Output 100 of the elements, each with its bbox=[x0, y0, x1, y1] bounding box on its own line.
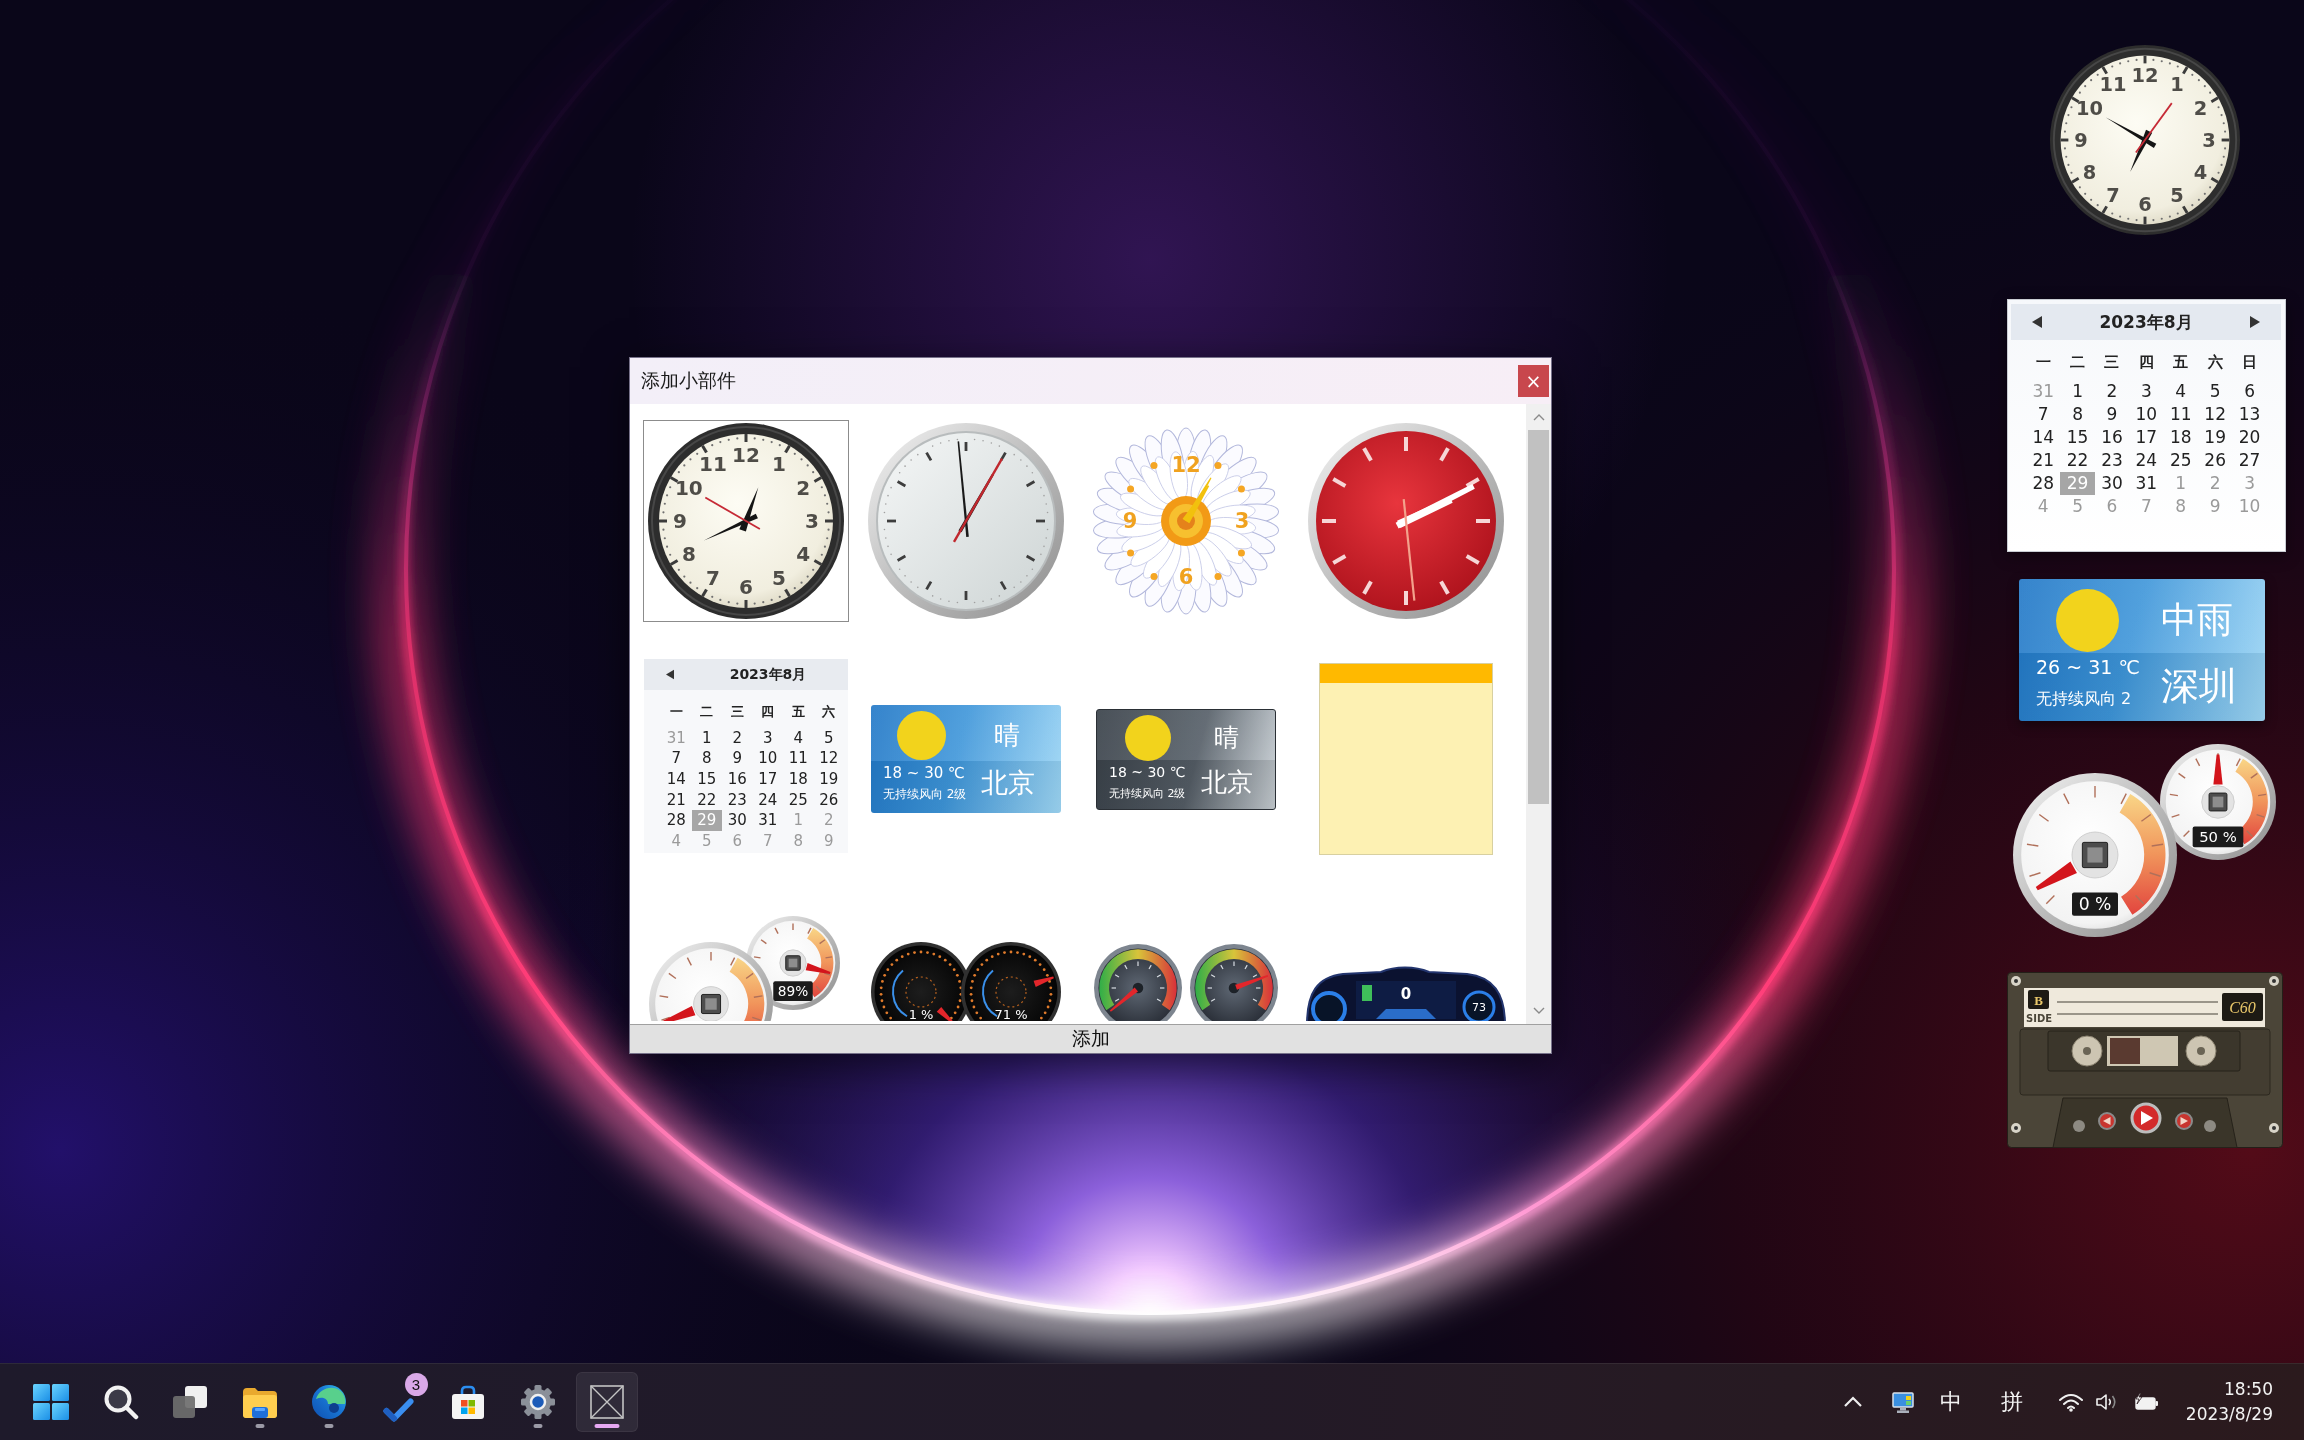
calendar-day[interactable]: 8 bbox=[2072, 406, 2083, 423]
chevron-down-icon[interactable] bbox=[1532, 1007, 1545, 1015]
calendar-day[interactable]: 4 bbox=[793, 730, 803, 746]
calendar-day[interactable]: 24 bbox=[758, 792, 778, 808]
calendar-day[interactable]: 14 bbox=[666, 772, 686, 787]
calendar-day[interactable]: 26 bbox=[819, 792, 839, 808]
calendar-day[interactable]: 30 bbox=[2101, 475, 2123, 492]
calendar-day[interactable]: 1 bbox=[2072, 383, 2083, 400]
calendar-day[interactable]: 31 bbox=[2135, 475, 2158, 492]
calendar-day[interactable]: 15 bbox=[2066, 429, 2089, 446]
calendar-day[interactable]: 24 bbox=[2135, 452, 2158, 469]
caret-left-icon[interactable] bbox=[666, 669, 674, 680]
clock-numeral: 1 bbox=[772, 451, 786, 476]
calendar-day[interactable]: 6 bbox=[2244, 383, 2255, 400]
calendar-day[interactable]: 23 bbox=[2101, 452, 2123, 469]
scrollbar-thumb[interactable] bbox=[1528, 430, 1549, 804]
calendar-day[interactable]: 21 bbox=[2032, 452, 2054, 469]
overlapping-squares-icon[interactable] bbox=[172, 1384, 208, 1420]
calendar-day[interactable]: 28 bbox=[2032, 475, 2054, 492]
rewind-button[interactable] bbox=[2098, 1112, 2116, 1130]
monitor-icon[interactable] bbox=[1891, 1391, 1914, 1413]
weekday-label: 五 bbox=[791, 704, 805, 718]
close-button[interactable]: × bbox=[1518, 365, 1549, 397]
calendar-day[interactable]: 17 bbox=[2135, 429, 2158, 446]
clock-date[interactable]: 2023/8/29 bbox=[2185, 1402, 2273, 1427]
calendar-day[interactable]: 16 bbox=[2101, 429, 2123, 446]
calendar-day[interactable]: 25 bbox=[2169, 452, 2192, 469]
gear-icon[interactable] bbox=[519, 1384, 556, 1420]
widget-option[interactable]: 2023年8月 一 二 三 四 五 六 31 1 2 3 4 5 7 8 9 10 11 12 14 15 16 17 18 19 21 22 23 24 25 26 28 29 30 31 1 2 4 5 6 7 8 9 bbox=[643, 658, 849, 860]
calendar-day[interactable]: 22 bbox=[697, 792, 717, 808]
calendar-day[interactable]: 10 bbox=[758, 751, 778, 767]
hole-icon bbox=[2204, 1120, 2216, 1132]
swirl-icon[interactable] bbox=[311, 1384, 347, 1420]
calendar-day[interactable]: 25 bbox=[788, 792, 808, 808]
clock-time[interactable]: 18:50 bbox=[2224, 1377, 2273, 1402]
calendar-day[interactable]: 13 bbox=[2238, 406, 2261, 423]
search-icon[interactable] bbox=[102, 1384, 139, 1420]
widget-option[interactable]: 晴 18 ~ 30 ℃ 无持续风向 2级 北京 bbox=[1083, 658, 1289, 860]
checkmark-icon[interactable] bbox=[383, 1398, 414, 1422]
window-grid-icon[interactable] bbox=[33, 1384, 69, 1420]
calendar-day[interactable]: 7 bbox=[671, 751, 681, 767]
clock-numeral: 11 bbox=[2099, 73, 2127, 97]
gauge-needle bbox=[805, 963, 831, 975]
calendar-day[interactable]: 5 bbox=[2209, 383, 2221, 400]
calendar-day[interactable]: 3 bbox=[762, 730, 773, 746]
taskbar-button[interactable] bbox=[576, 1372, 638, 1432]
calendar-day[interactable]: 2 bbox=[732, 730, 742, 746]
widget-option[interactable]: 0 73 bbox=[1303, 896, 1509, 1022]
calendar-day[interactable]: 15 bbox=[697, 772, 717, 787]
calendar-day[interactable]: 3 bbox=[2140, 383, 2152, 400]
clock-numeral: 9 bbox=[673, 509, 687, 533]
calendar-day[interactable]: 21 bbox=[666, 792, 686, 808]
calendar-day[interactable]: 1 bbox=[701, 730, 712, 746]
input-method-indicator[interactable]: 拼 bbox=[2000, 1389, 2023, 1415]
calendar-day[interactable]: 22 bbox=[2066, 452, 2089, 469]
calendar-day[interactable]: 4 bbox=[2175, 383, 2187, 400]
shopping-bag-icon[interactable] bbox=[450, 1384, 486, 1420]
clock-numeral: 9 bbox=[1122, 509, 1138, 533]
battery-icon[interactable] bbox=[2132, 1392, 2159, 1412]
calendar-day[interactable]: 11 bbox=[788, 751, 808, 767]
calendar-day[interactable]: 18 bbox=[2169, 429, 2192, 446]
calendar-day[interactable]: 11 bbox=[2169, 406, 2192, 423]
side-label: SIDE bbox=[2025, 1013, 2053, 1024]
calendar-day[interactable]: 18 bbox=[788, 772, 808, 787]
sun-icon bbox=[2056, 588, 2119, 652]
clock-numeral: 4 bbox=[2193, 160, 2208, 184]
chevron-up-icon[interactable] bbox=[1842, 1396, 1863, 1408]
add-button[interactable]: 添加 bbox=[630, 1024, 1551, 1053]
play-button[interactable] bbox=[2130, 1102, 2162, 1134]
calendar-day[interactable]: 2 bbox=[2106, 383, 2118, 400]
calendar-day[interactable]: 31 bbox=[758, 813, 778, 829]
crossed-box-icon[interactable] bbox=[589, 1384, 625, 1420]
calendar-day[interactable]: 16 bbox=[727, 772, 747, 787]
wifi-icon[interactable] bbox=[2057, 1392, 2084, 1412]
widget-option[interactable]: 11 12 1 10 2 9 3 8 4 7 6 5 bbox=[643, 420, 849, 622]
caret-left-icon[interactable] bbox=[2032, 315, 2042, 329]
calendar-day[interactable]: 23 bbox=[727, 792, 747, 808]
calendar-day[interactable]: 8 bbox=[701, 751, 712, 767]
weekday-label: 一 bbox=[669, 704, 683, 718]
calendar-day[interactable]: 12 bbox=[2204, 406, 2226, 423]
scrollbar[interactable] bbox=[1526, 404, 1551, 1024]
calendar-day[interactable]: 20 bbox=[2238, 429, 2261, 446]
calendar-day[interactable]: 5 bbox=[823, 730, 834, 746]
calendar-day[interactable]: 19 bbox=[2204, 429, 2226, 446]
calendar-day[interactable]: 26 bbox=[2204, 452, 2226, 469]
calendar-day[interactable]: 10 bbox=[2135, 406, 2158, 423]
calendar-day[interactable]: 14 bbox=[2032, 429, 2054, 446]
calendar-day[interactable]: 27 bbox=[2238, 452, 2261, 469]
calendar-day[interactable]: 28 bbox=[666, 813, 686, 829]
calendar-day[interactable]: 9 bbox=[732, 751, 742, 767]
calendar-day[interactable]: 9 bbox=[2106, 406, 2118, 423]
input-mode-indicator[interactable]: 中 bbox=[1939, 1389, 1962, 1415]
calendar-day[interactable]: 7 bbox=[2037, 406, 2049, 423]
calendar-day[interactable]: 19 bbox=[819, 772, 839, 787]
caret-right-icon[interactable] bbox=[2250, 315, 2260, 329]
calendar-day[interactable]: 30 bbox=[727, 813, 747, 829]
calendar-day[interactable]: 12 bbox=[819, 751, 839, 767]
weekday-label: 二 bbox=[2070, 354, 2086, 370]
fast-forward-button[interactable] bbox=[2175, 1112, 2193, 1130]
calendar-day[interactable]: 17 bbox=[758, 772, 778, 787]
